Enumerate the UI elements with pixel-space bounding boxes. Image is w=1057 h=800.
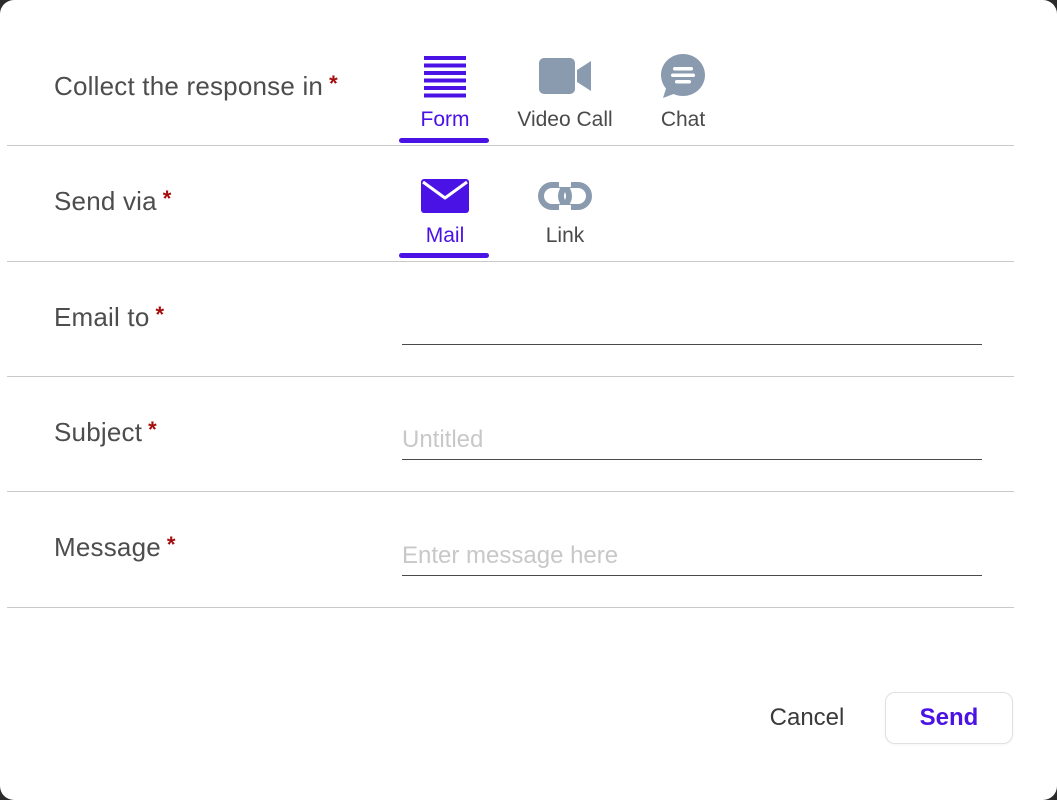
chat-bubble-icon xyxy=(660,53,706,104)
option-mail-active-indicator xyxy=(399,253,489,258)
option-mail-label: Mail xyxy=(425,224,465,247)
option-link-label: Link xyxy=(545,224,585,247)
email-to-input[interactable] xyxy=(402,305,982,344)
collect-response-row: Collect the response in * Form Video Cal… xyxy=(7,0,1014,146)
send-form-dialog: Collect the response in * Form Video Cal… xyxy=(0,0,1057,800)
option-form-active-indicator xyxy=(399,138,489,143)
email-to-field xyxy=(402,305,982,345)
send-via-row: Send via * Mail Link xyxy=(7,146,1014,262)
message-row: Message * xyxy=(7,492,1014,608)
message-label-group: Message * xyxy=(54,532,176,563)
option-link[interactable]: Link xyxy=(515,174,615,254)
required-asterisk: * xyxy=(162,186,172,211)
required-asterisk: * xyxy=(148,417,157,442)
email-to-row: Email to * xyxy=(7,262,1014,377)
form-lines-icon xyxy=(424,56,466,103)
collect-response-label: Collect the response in xyxy=(54,71,324,101)
message-field xyxy=(402,536,982,576)
option-form-label: Form xyxy=(420,108,470,131)
link-icon xyxy=(538,181,592,216)
subject-field xyxy=(402,420,982,460)
message-input[interactable] xyxy=(402,536,982,575)
email-to-label-group: Email to * xyxy=(54,302,164,333)
option-form[interactable]: Form xyxy=(395,50,495,140)
send-via-label-group: Send via * xyxy=(54,186,172,217)
subject-row: Subject * xyxy=(7,377,1014,492)
mail-icon xyxy=(421,179,469,218)
required-asterisk: * xyxy=(329,71,338,96)
required-asterisk: * xyxy=(166,532,176,557)
subject-label: Subject xyxy=(54,417,143,447)
option-video-call[interactable]: Video Call xyxy=(515,50,615,140)
message-label: Message xyxy=(54,532,161,562)
required-asterisk: * xyxy=(155,302,165,327)
email-to-label: Email to xyxy=(54,302,150,332)
send-button[interactable]: Send xyxy=(885,692,1013,744)
subject-input[interactable] xyxy=(402,420,982,459)
option-mail[interactable]: Mail xyxy=(395,174,495,254)
send-via-label: Send via xyxy=(54,186,157,216)
collect-response-label-group: Collect the response in * xyxy=(54,71,338,102)
option-chat[interactable]: Chat xyxy=(633,50,733,140)
subject-label-group: Subject * xyxy=(54,417,157,448)
option-chat-label: Chat xyxy=(660,108,706,131)
cancel-button[interactable]: Cancel xyxy=(752,700,862,736)
video-camera-icon xyxy=(539,58,591,99)
